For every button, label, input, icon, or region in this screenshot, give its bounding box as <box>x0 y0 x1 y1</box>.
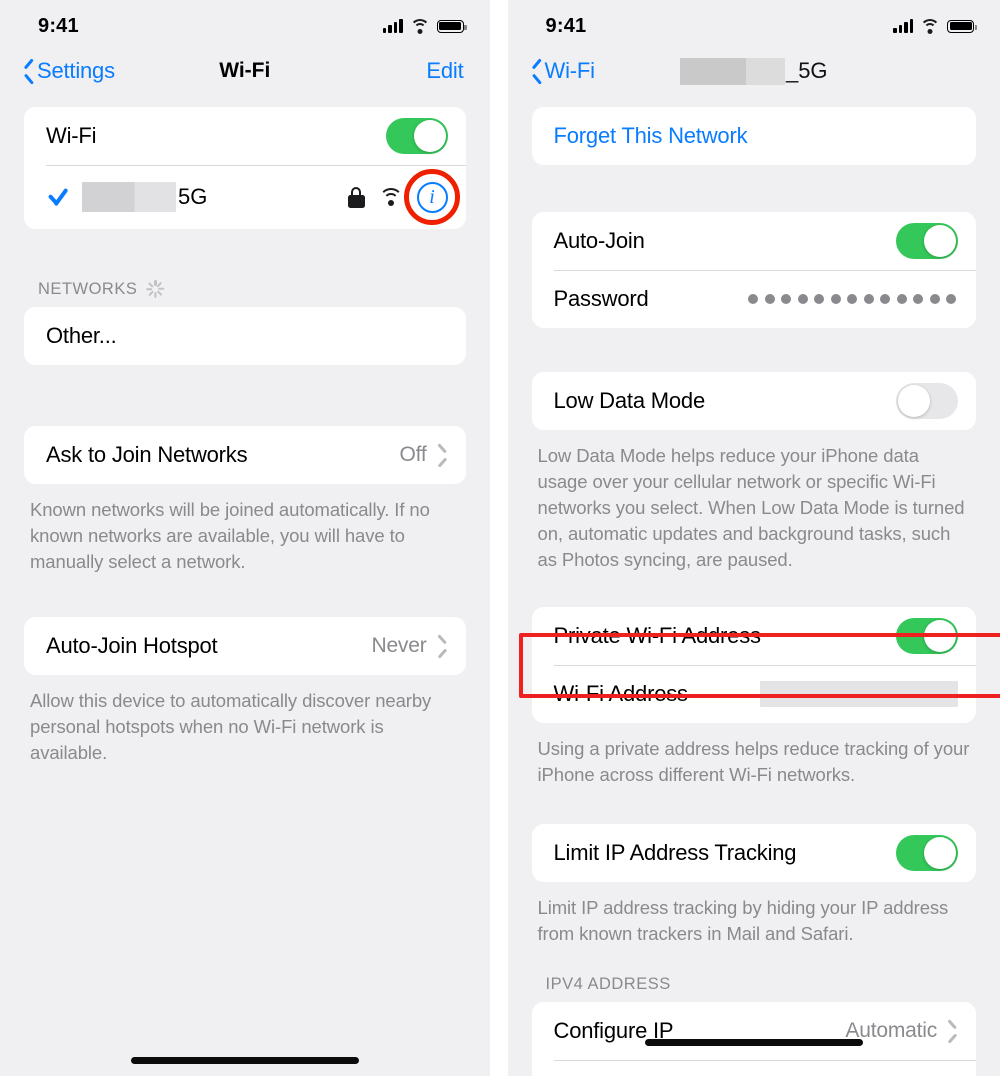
chevron-right-icon <box>437 637 448 655</box>
forget-network-row[interactable]: Forget This Network <box>531 107 976 165</box>
edit-button[interactable]: Edit <box>426 58 463 84</box>
chevron-right-icon <box>947 1022 958 1040</box>
right-phone-screen: 9:41 Wi-Fi _5G Forget This Network Auto-… <box>507 0 1000 1076</box>
password-row[interactable]: Password <box>531 270 976 328</box>
auto-join-toggle[interactable] <box>896 223 958 259</box>
other-network-label: Other... <box>46 323 117 348</box>
navigation-bar: Wi-Fi _5G <box>508 46 1000 96</box>
checkmark-icon <box>46 185 70 209</box>
other-network-group: Other... <box>24 307 466 365</box>
status-bar: 9:41 <box>0 0 490 46</box>
network-name-suffix: _5G <box>785 58 828 83</box>
battery-icon <box>436 19 467 33</box>
wifi-toggle[interactable] <box>385 118 448 154</box>
password-masked-value <box>748 294 958 304</box>
low-data-mode-label: Low Data Mode <box>553 388 706 413</box>
wifi-icon <box>920 18 940 34</box>
status-bar-time: 9:41 <box>38 14 79 37</box>
limit-ip-tracking-note: Limit IP address tracking by hiding your… <box>537 897 949 944</box>
back-button-settings[interactable]: Settings <box>22 58 115 84</box>
auto-join-hotspot-value: Never <box>371 634 427 657</box>
ipv4-section-header: IPV4 ADDRESS <box>546 975 1000 994</box>
chevron-left-icon <box>530 62 541 81</box>
low-data-mode-toggle[interactable] <box>896 383 958 419</box>
auto-join-password-group: Auto-Join Password <box>531 212 976 328</box>
ipv4-header-label: IPV4 ADDRESS <box>545 975 671 993</box>
status-bar: 9:41 <box>508 0 1000 46</box>
limit-ip-tracking-toggle[interactable] <box>896 835 958 871</box>
limit-ip-tracking-group: Limit IP Address Tracking <box>531 824 976 882</box>
wifi-row-label: Wi-Fi <box>46 123 97 148</box>
chevron-right-icon <box>437 446 448 464</box>
low-data-mode-note: Low Data Mode helps reduce your iPhone d… <box>537 445 965 570</box>
low-data-mode-group: Low Data Mode <box>531 372 976 430</box>
ssid-redaction-bar <box>82 182 176 212</box>
ask-to-join-label: Ask to Join Networks <box>46 442 248 467</box>
signal-bars-icon <box>382 19 403 33</box>
ask-to-join-row[interactable]: Ask to Join Networks Off <box>24 426 466 484</box>
limit-ip-tracking-row[interactable]: Limit IP Address Tracking <box>531 824 976 882</box>
networks-header-label: NETWORKS <box>38 279 138 298</box>
status-bar-icons <box>893 18 977 34</box>
private-address-note: Using a private address helps reduce tra… <box>537 738 970 785</box>
networks-section-header: NETWORKS <box>38 279 490 299</box>
connected-network-row[interactable]: 5G i <box>24 165 466 229</box>
wifi-address-row: Wi-Fi Address <box>531 665 976 723</box>
other-network-row[interactable]: Other... <box>24 307 466 365</box>
limit-ip-tracking-label: Limit IP Address Tracking <box>553 840 797 865</box>
screen-divider <box>489 0 499 1076</box>
chevron-left-icon <box>22 62 33 81</box>
home-indicator <box>644 1039 863 1046</box>
network-name-redaction-bar <box>679 57 785 85</box>
configure-ip-row[interactable]: Configure IP Automatic <box>531 1002 976 1060</box>
status-bar-icons <box>382 18 467 34</box>
auto-join-row[interactable]: Auto-Join <box>531 212 976 270</box>
wifi-toggle-row[interactable]: Wi-Fi <box>24 107 466 165</box>
back-button-label: Wi-Fi <box>544 58 596 83</box>
auto-join-hotspot-label: Auto-Join Hotspot <box>46 633 218 658</box>
auto-join-hotspot-row[interactable]: Auto-Join Hotspot Never <box>24 617 466 675</box>
wifi-signal-icon <box>378 188 403 206</box>
private-wifi-address-row[interactable]: Private Wi-Fi Address <box>531 607 976 665</box>
ask-to-join-value: Off <box>399 443 427 466</box>
wifi-address-label: Wi-Fi Address <box>553 681 689 706</box>
forget-network-group: Forget This Network <box>531 107 976 165</box>
ssid-suffix: 5G <box>178 184 208 209</box>
low-data-mode-row[interactable]: Low Data Mode <box>531 372 976 430</box>
signal-bars-icon <box>893 19 913 33</box>
status-bar-time: 9:41 <box>545 14 587 37</box>
home-indicator <box>130 1057 359 1064</box>
table-row[interactable] <box>531 1060 976 1076</box>
back-button-wifi[interactable]: Wi-Fi <box>530 58 596 84</box>
password-label: Password <box>553 286 649 311</box>
navigation-bar: Settings Wi-Fi Edit <box>0 46 490 96</box>
back-button-label: Settings <box>37 58 115 83</box>
wifi-icon <box>409 18 430 34</box>
auto-join-hotspot-group: Auto-Join Hotspot Never <box>24 617 466 675</box>
dual-screenshot-container: 9:41 Settings Wi-Fi Edit Wi-Fi 5G i NETW… <box>0 0 1000 1076</box>
auto-join-hotspot-note: Allow this device to automatically disco… <box>30 690 432 763</box>
auto-join-label: Auto-Join <box>553 228 645 253</box>
private-wifi-address-label: Private Wi-Fi Address <box>553 623 761 648</box>
forget-network-label: Forget This Network <box>553 123 748 148</box>
info-button-wrapper: i <box>404 169 461 225</box>
ask-to-join-group: Ask to Join Networks Off <box>24 426 466 484</box>
info-icon[interactable]: i <box>416 181 448 213</box>
lock-icon <box>347 186 365 208</box>
private-wifi-address-group: Private Wi-Fi Address Wi-Fi Address <box>531 607 976 723</box>
wifi-address-redaction-bar <box>760 681 958 707</box>
battery-icon <box>947 19 977 33</box>
ask-to-join-note: Known networks will be joined automatica… <box>30 499 430 572</box>
loading-spinner-icon <box>145 279 165 299</box>
private-wifi-address-toggle[interactable] <box>896 618 958 654</box>
left-phone-screen: 9:41 Settings Wi-Fi Edit Wi-Fi 5G i NETW… <box>0 0 490 1076</box>
wifi-group: Wi-Fi 5G i <box>24 107 466 229</box>
